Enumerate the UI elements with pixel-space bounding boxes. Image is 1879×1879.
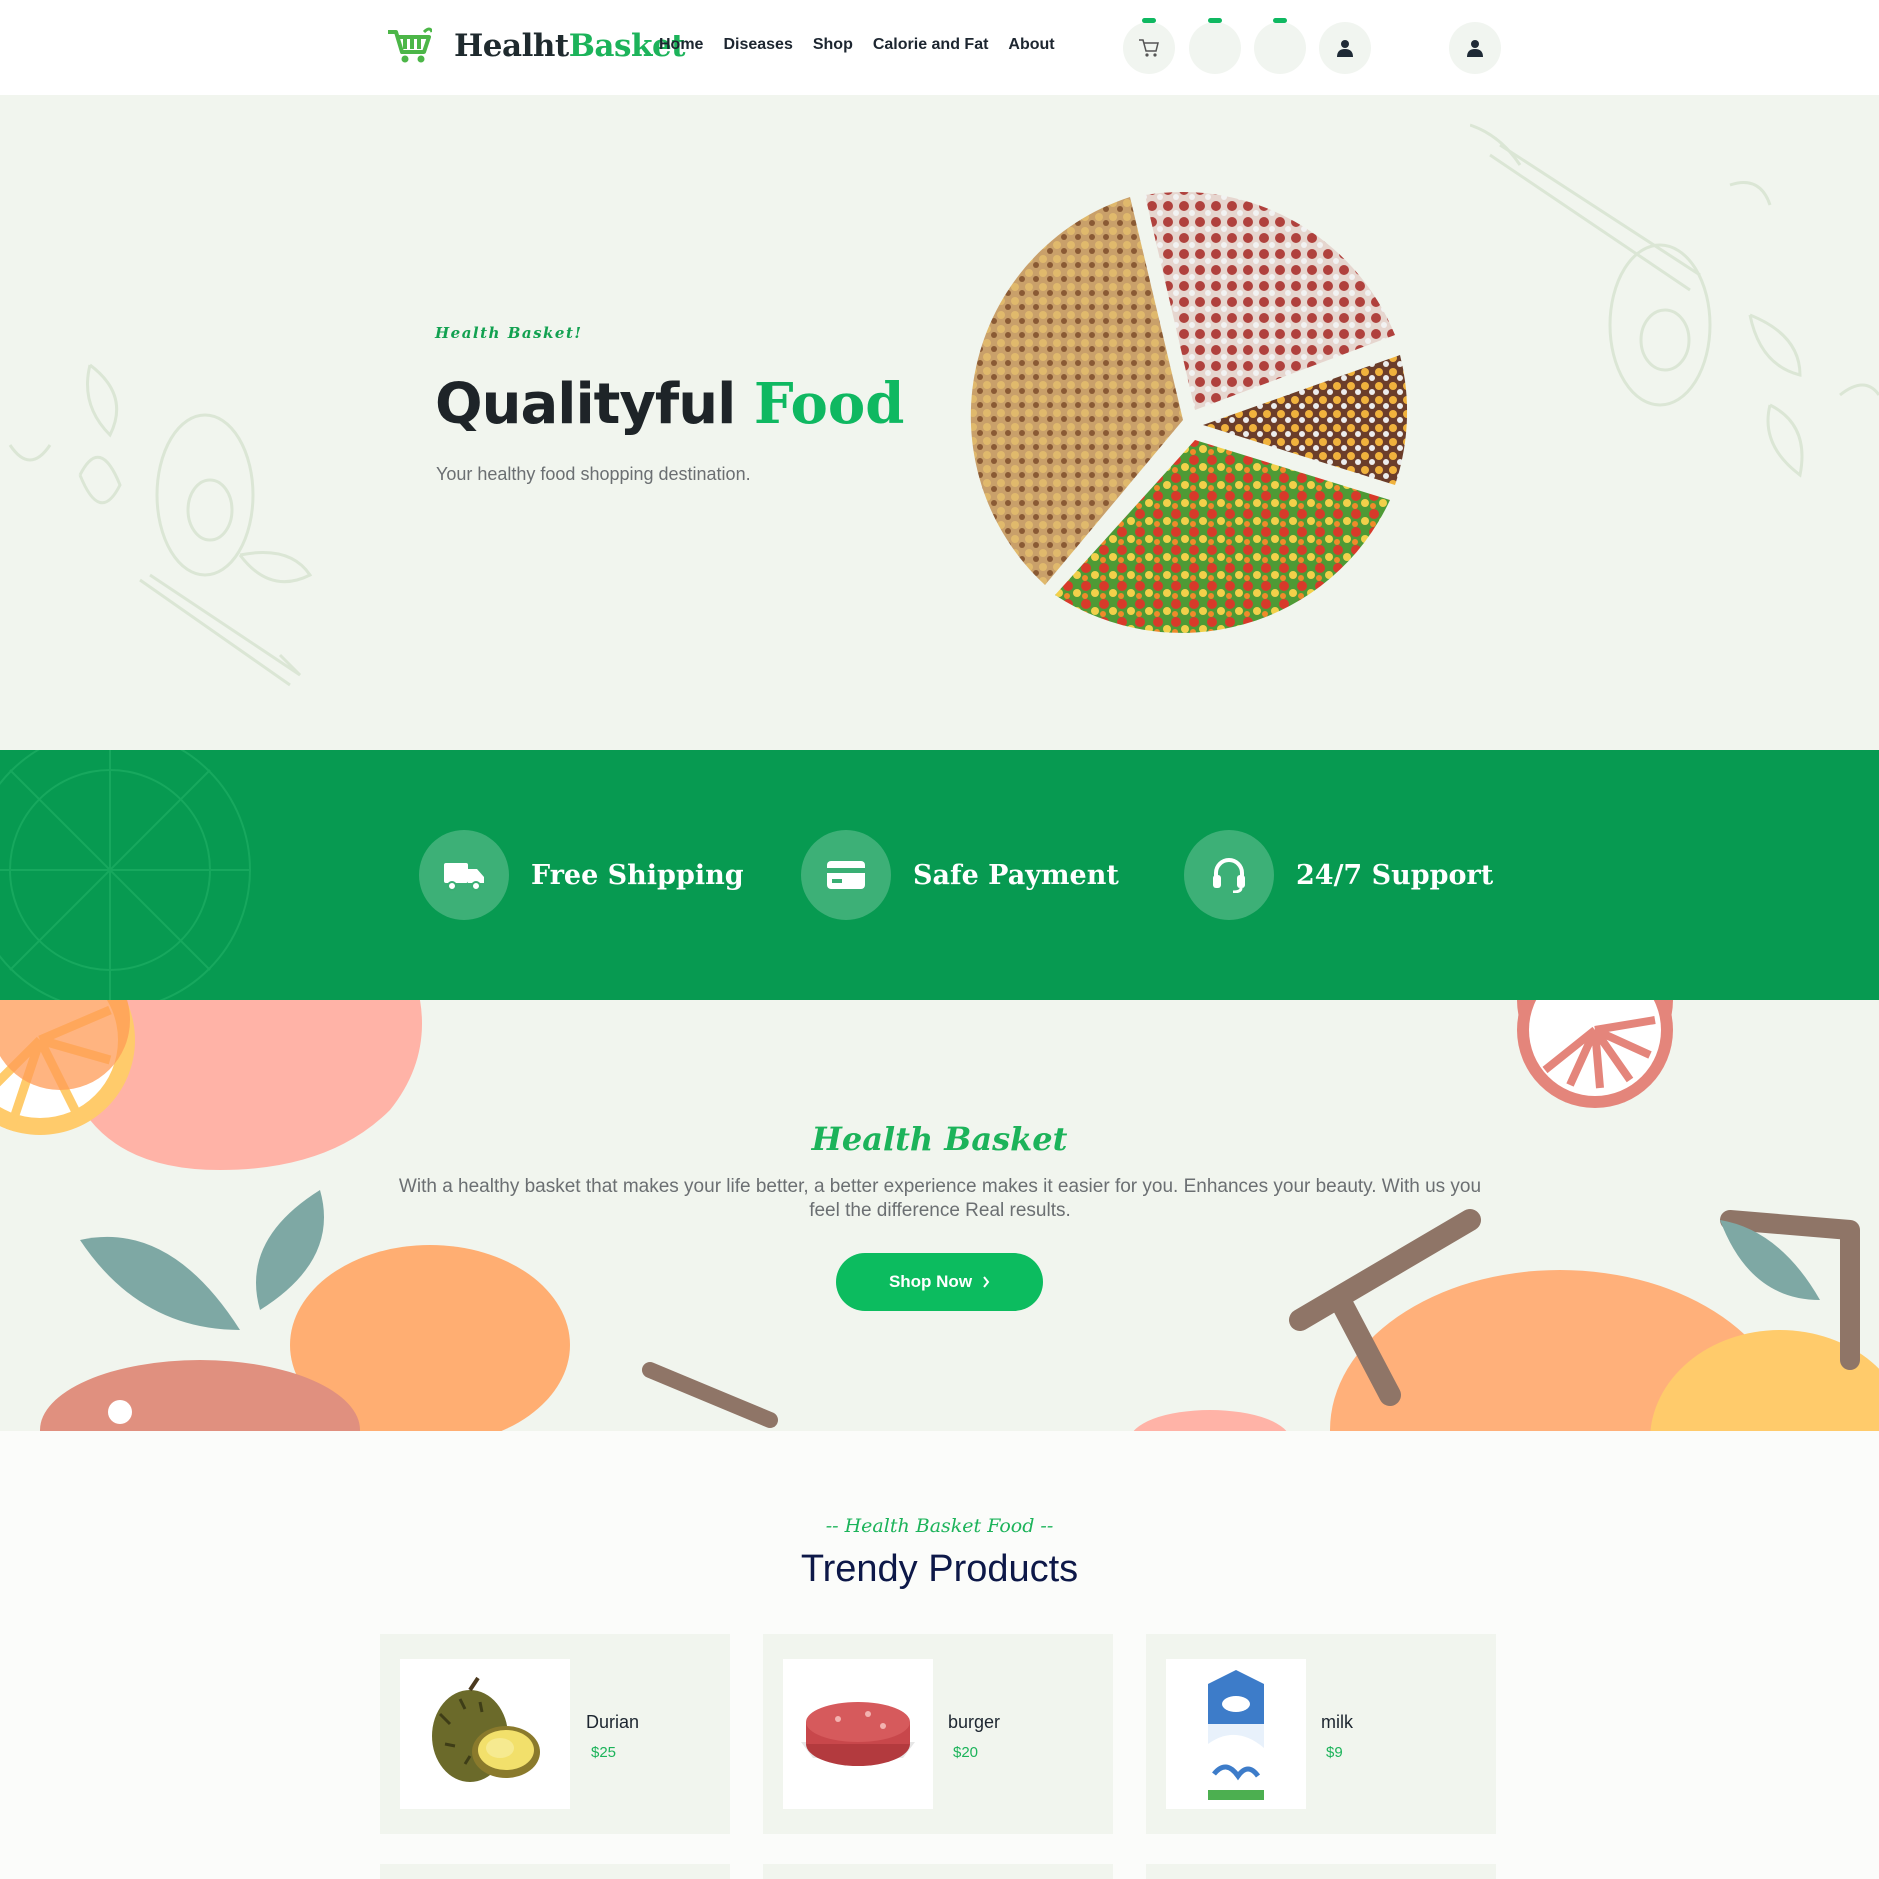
burger-patty-image [801,1702,915,1766]
main-nav: Home Diseases Shop Calorie and Fat About [659,36,1055,54]
card-icon-circle [801,830,891,920]
feature-free-shipping: Free Shipping [419,830,744,920]
product-card[interactable]: milk $9 [1146,1634,1496,1834]
nav-calorie-and-fat[interactable]: Calorie and Fat [873,36,989,54]
about-title: Health Basket [811,1120,1068,1158]
headset-icon-circle [1184,830,1274,920]
headset-icon [1213,858,1245,893]
hero-title: Qualityful Food [435,371,905,437]
product-image-milk[interactable] [1166,1659,1306,1809]
user-icon [1337,40,1353,57]
truck-icon [444,863,484,891]
feature-label: Free Shipping [531,859,744,891]
truck-icon-circle [419,830,509,920]
site-header: HealhtBasket Home Diseases Shop Calorie … [0,0,1879,95]
cart-button[interactable] [1123,18,1175,74]
features-band: Free Shipping Safe Payment 24/7 Support [0,750,1879,1000]
hero-doodle-right [1470,123,1879,478]
product-card-partial [1146,1864,1496,1879]
feature-label: 24/7 Support [1296,859,1494,891]
product-name[interactable]: burger [948,1712,1000,1733]
nav-about[interactable]: About [1008,36,1054,54]
wishlist-badge [1208,18,1222,23]
product-card[interactable]: burger $20 [763,1634,1113,1834]
basket-logo-icon [388,27,432,63]
user-button[interactable] [1319,22,1371,74]
shop-now-button[interactable]: Shop Now [836,1253,1043,1311]
hero-subtitle: Health Basket! [435,324,583,342]
about-section: Health Basket With a healthy basket that… [0,1000,1879,1431]
product-name[interactable]: milk [1321,1712,1353,1733]
brand-logo[interactable]: HealhtBasket [386,26,686,66]
products-title: Trendy Products [800,1548,1079,1590]
about-text: With a healthy basket that makes your li… [398,1176,1482,1221]
cart-icon [1139,39,1159,57]
shop-now-label: Shop Now [888,1272,973,1291]
cart-badge [1142,18,1156,23]
product-card-partial [763,1864,1113,1879]
brand-name: HealhtBasket [454,28,686,64]
compare-button[interactable] [1254,18,1306,74]
feature-label: Safe Payment [913,859,1119,891]
compare-badge [1273,18,1287,23]
nav-diseases[interactable]: Diseases [723,36,792,54]
products-subtitle: -- Health Basket Food -- [825,1515,1054,1537]
hero-doodle-left [8,363,313,687]
product-name[interactable]: Durian [586,1712,639,1733]
hero-section: Health Basket! Qualityful Food Your heal… [0,95,1879,750]
feature-safe-payment: Safe Payment [801,830,1119,920]
product-card-partial [380,1864,730,1879]
nav-shop[interactable]: Shop [813,36,853,54]
product-price: $9 [1326,1744,1343,1761]
feature-support: 24/7 Support [1184,830,1493,920]
wishlist-button[interactable] [1189,18,1241,74]
band-decoration [0,750,251,1000]
account-icon [1467,40,1483,57]
chevron-right-icon [983,1276,990,1288]
account-button[interactable] [1449,22,1501,74]
product-image-burger[interactable] [783,1659,933,1809]
hero-description: Your healthy food shopping destination. [436,464,751,484]
milk-carton-image [1208,1670,1264,1800]
product-price: $20 [953,1744,979,1761]
product-card[interactable]: Durian $25 [380,1634,730,1834]
product-image-durian[interactable] [400,1659,570,1809]
product-price: $25 [591,1744,617,1761]
credit-card-icon [827,861,865,889]
food-plate-image [970,191,1408,633]
durian-image [432,1676,540,1782]
nav-home[interactable]: Home [659,36,703,54]
